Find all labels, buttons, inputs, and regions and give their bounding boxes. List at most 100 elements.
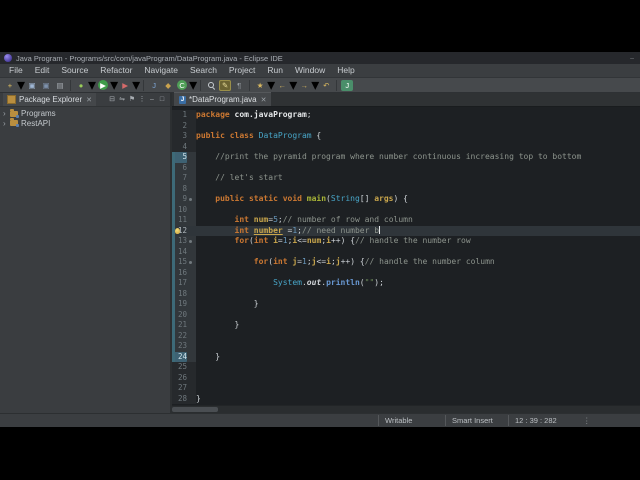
line-gutter[interactable]: 28 [172, 393, 196, 404]
code-line[interactable]: 22 [172, 330, 640, 341]
horizontal-scrollbar[interactable] [172, 405, 640, 413]
code-editor[interactable]: 1 package com.javaProgram; 2 3 public class … [172, 107, 640, 405]
line-gutter[interactable]: 27 [172, 383, 196, 394]
fold-marker-icon[interactable] [189, 239, 192, 243]
new-java-project-icon[interactable]: J [148, 80, 160, 91]
quick-fix-lightbulb-icon[interactable] [175, 227, 180, 234]
chevron-down-icon[interactable]: ▾ [110, 75, 118, 95]
code-line[interactable]: 15 for(int j=1;j<=i;j++) {// handle the n… [172, 257, 640, 268]
chevron-down-icon[interactable]: ▾ [88, 75, 96, 95]
expand-arrow-icon[interactable]: › [3, 119, 10, 128]
close-icon[interactable]: ✕ [261, 96, 267, 104]
link-with-editor-icon[interactable]: ⇋ [117, 93, 127, 106]
line-gutter[interactable]: 14 [172, 246, 196, 257]
expand-arrow-icon[interactable]: › [3, 109, 10, 118]
save-icon[interactable]: ▣ [26, 80, 38, 91]
search-icon[interactable] [205, 80, 217, 91]
view-menu-icon[interactable]: ⋮ [137, 93, 147, 106]
java-perspective-icon[interactable]: J [341, 79, 354, 91]
line-gutter[interactable]: 5 [172, 152, 196, 163]
tab-package-explorer[interactable]: Package Explorer ✕ [3, 93, 97, 106]
line-gutter[interactable]: 17 [172, 278, 196, 289]
new-wizard-icon[interactable]: + [4, 80, 16, 91]
line-gutter[interactable]: 13 [172, 236, 196, 247]
line-gutter[interactable]: 9 [172, 194, 196, 205]
line-gutter[interactable]: 18 [172, 288, 196, 299]
menu-edit[interactable]: Edit [29, 64, 56, 77]
line-gutter[interactable]: 1 [172, 110, 196, 121]
coverage-icon[interactable]: ▶ [119, 80, 131, 91]
line-gutter[interactable]: 7 [172, 173, 196, 184]
line-gutter[interactable]: 6 [172, 162, 196, 173]
filter-icon[interactable]: ⚑ [127, 93, 137, 106]
code-line[interactable]: 9 public static void main(String[] args) … [172, 194, 640, 205]
code-line[interactable]: 28} [172, 393, 640, 404]
code-line[interactable]: 10 [172, 204, 640, 215]
code-line[interactable]: 24} [172, 351, 640, 362]
code-line[interactable]: 20 [172, 309, 640, 320]
line-gutter[interactable]: 4 [172, 141, 196, 152]
code-line[interactable]: 26 [172, 372, 640, 383]
code-line[interactable]: 27 [172, 383, 640, 394]
chevron-down-icon[interactable]: ▾ [17, 75, 25, 95]
close-icon[interactable]: ✕ [86, 96, 92, 104]
title-bar[interactable]: Java Program - Programs/src/com/javaProg… [0, 52, 640, 64]
line-gutter[interactable]: 10 [172, 204, 196, 215]
new-package-icon[interactable]: ◆ [162, 80, 174, 91]
line-gutter[interactable]: 3 [172, 131, 196, 142]
code-line[interactable]: 12 int number =1;// need number b [172, 225, 640, 236]
code-line[interactable]: 11 int num=5;// number of row and column [172, 215, 640, 226]
code-line[interactable]: 17 System.out.println(""); [172, 278, 640, 289]
run-icon[interactable]: ▶ [98, 80, 109, 90]
fold-marker-icon[interactable] [189, 260, 192, 264]
back-icon[interactable]: ← [276, 80, 288, 91]
tab-dataprogram-java[interactable]: J *DataProgram.java ✕ [174, 92, 272, 106]
code-line[interactable]: 1 package com.javaProgram; [172, 110, 640, 121]
code-line[interactable]: 13 for(int i=1;i<=num;i++) {// handle the… [172, 236, 640, 247]
line-gutter[interactable]: 2 [172, 120, 196, 131]
line-gutter[interactable]: 26 [172, 372, 196, 383]
chevron-down-icon[interactable]: ▾ [132, 75, 140, 95]
line-gutter[interactable]: 20 [172, 309, 196, 320]
tree-item-programs[interactable]: › Programs [0, 108, 170, 119]
line-gutter[interactable]: 8 [172, 183, 196, 194]
show-whitespace-icon[interactable]: ¶ [233, 80, 245, 91]
code-line[interactable]: 7 // let's start [172, 173, 640, 184]
last-edit-location-icon[interactable]: ↶ [320, 80, 332, 91]
fold-marker-icon[interactable] [189, 197, 192, 201]
print-icon[interactable]: ▤ [54, 80, 66, 91]
line-gutter[interactable]: 15 [172, 257, 196, 268]
code-line[interactable]: 6 [172, 162, 640, 173]
line-gutter[interactable]: 16 [172, 267, 196, 278]
code-line[interactable]: 8 [172, 183, 640, 194]
maximize-icon[interactable]: □ [157, 93, 167, 106]
code-line[interactable]: 3 public class DataProgram { [172, 131, 640, 142]
line-gutter[interactable]: 12 [172, 225, 196, 236]
code-line[interactable]: 19} [172, 299, 640, 310]
forward-icon[interactable]: → [298, 80, 310, 91]
save-all-icon[interactable]: ▣ [40, 80, 52, 91]
scrollbar-thumb[interactable] [172, 407, 218, 412]
window-controls[interactable]: ‒ [630, 55, 636, 62]
chevron-down-icon[interactable]: ▾ [289, 75, 297, 95]
annotations-icon[interactable]: ★ [254, 80, 266, 91]
line-gutter[interactable]: 21 [172, 320, 196, 331]
code-line[interactable]: 14 [172, 246, 640, 257]
code-line[interactable]: 16 [172, 267, 640, 278]
code-line[interactable]: 25 [172, 362, 640, 373]
line-gutter[interactable]: 23 [172, 341, 196, 352]
debug-icon[interactable]: ● [75, 80, 87, 91]
line-gutter[interactable]: 25 [172, 362, 196, 373]
line-gutter[interactable]: 19 [172, 299, 196, 310]
code-line[interactable]: 21} [172, 320, 640, 331]
code-line[interactable]: 4 [172, 141, 640, 152]
line-gutter[interactable]: 24 [172, 351, 196, 362]
code-line[interactable]: 23 [172, 341, 640, 352]
menu-help[interactable]: Help [331, 64, 360, 77]
code-line[interactable]: 5 //print the pyramid program where numbe… [172, 152, 640, 163]
code-line[interactable]: 2 [172, 120, 640, 131]
collapse-all-icon[interactable]: ⊟ [107, 93, 117, 106]
line-gutter[interactable]: 11 [172, 215, 196, 226]
minimize-icon[interactable]: – [147, 93, 157, 106]
line-gutter[interactable]: 22 [172, 330, 196, 341]
